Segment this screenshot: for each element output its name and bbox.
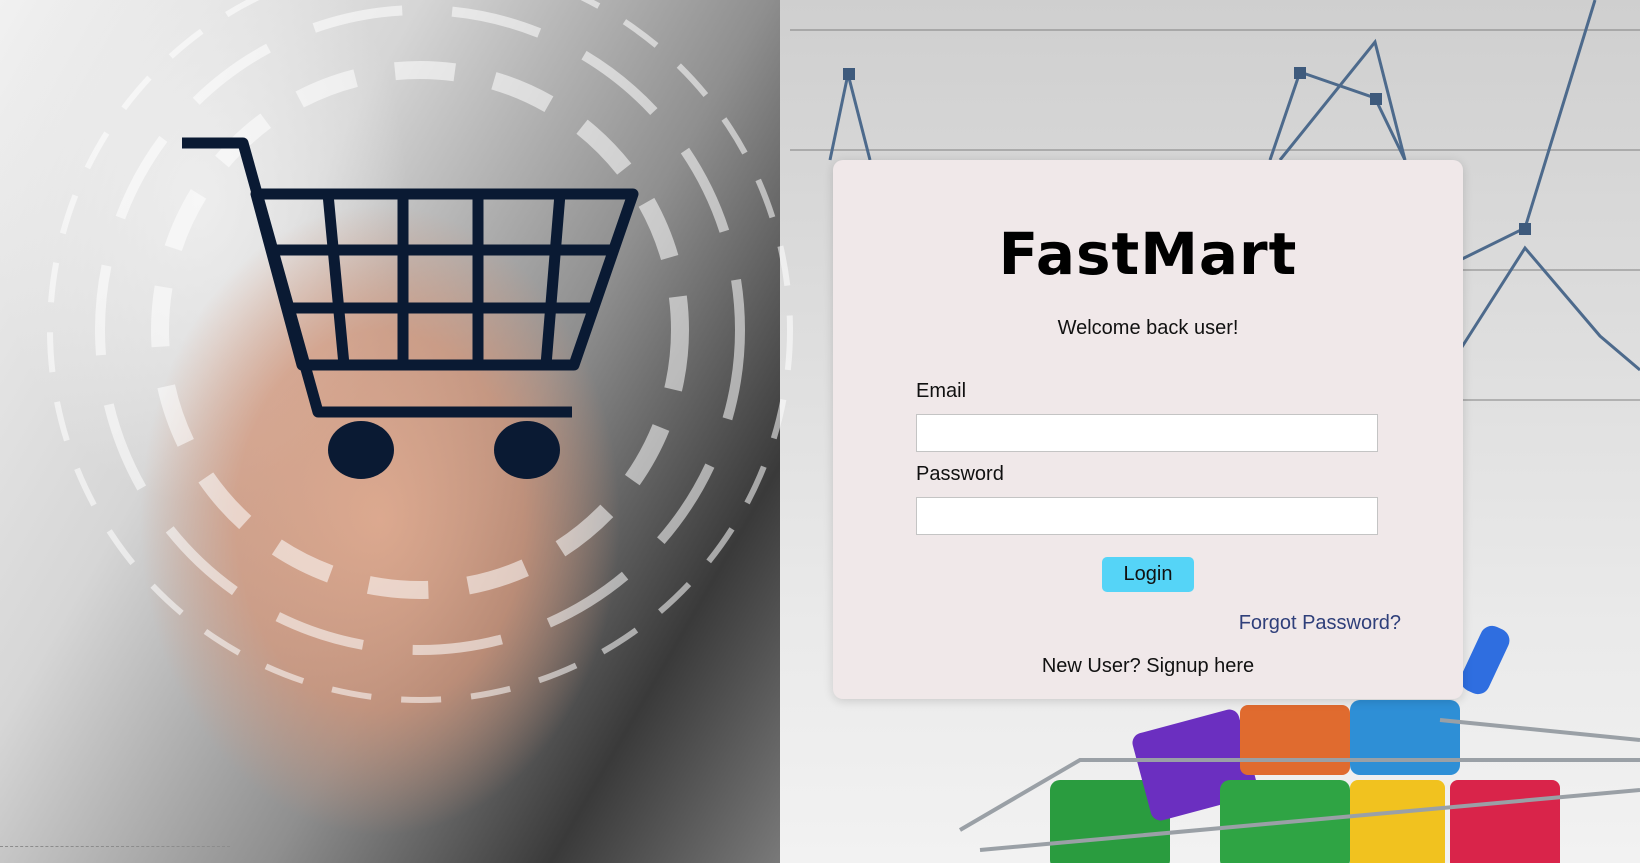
welcome-message: Welcome back user! bbox=[1057, 317, 1239, 339]
password-field[interactable] bbox=[916, 497, 1378, 535]
shopping-cart-icon bbox=[182, 137, 639, 418]
forgot-password-link[interactable]: Forgot Password? bbox=[1239, 612, 1401, 635]
login-page: FastMart Welcome back user! Email Passwo… bbox=[0, 0, 1640, 863]
email-label: Email bbox=[916, 380, 967, 402]
background-rings bbox=[47, 0, 793, 703]
login-button[interactable]: Login bbox=[1102, 557, 1194, 592]
login-card: FastMart Welcome back user! Email Passwo… bbox=[833, 160, 1463, 699]
shopping-cart-wheels bbox=[328, 421, 560, 479]
password-label: Password bbox=[916, 463, 1004, 485]
background-dashed-line bbox=[0, 846, 230, 847]
signup-link[interactable]: New User? Signup here bbox=[833, 655, 1463, 678]
brand-title: FastMart bbox=[998, 220, 1298, 288]
email-field[interactable] bbox=[916, 414, 1378, 452]
